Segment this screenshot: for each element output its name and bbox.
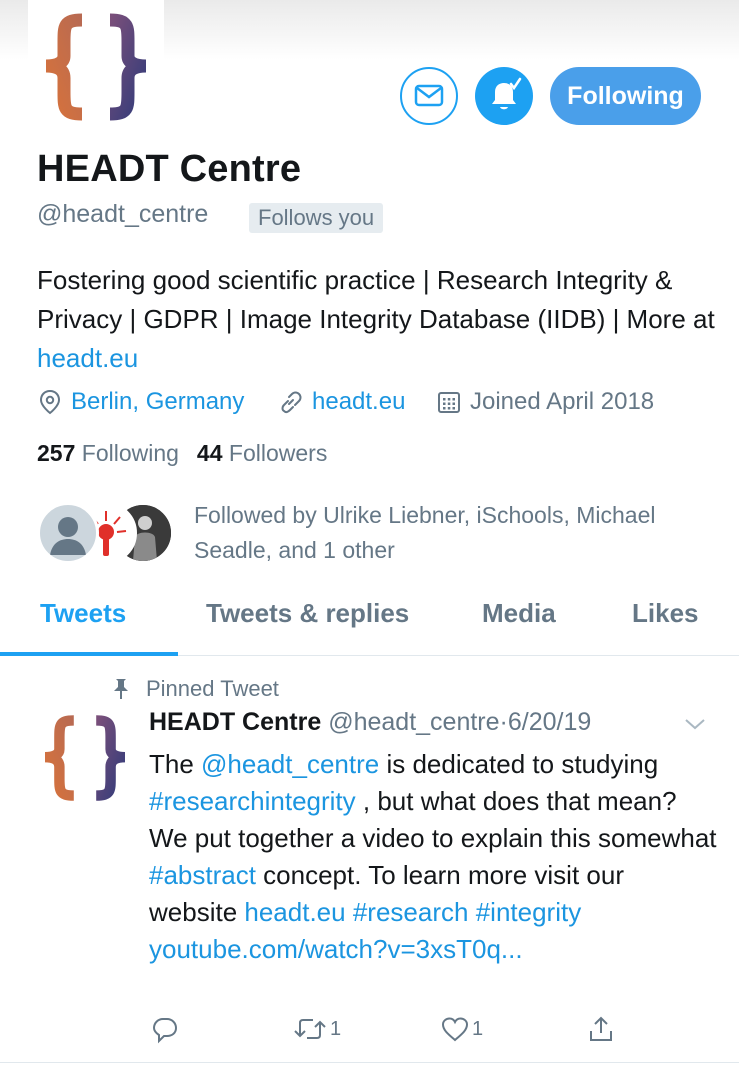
reply-icon bbox=[152, 1018, 178, 1044]
profile-joined: Joined April 2018 bbox=[436, 388, 654, 416]
following-link[interactable]: 257 Following bbox=[37, 440, 179, 466]
headt-logo-icon bbox=[45, 13, 147, 121]
followers-count: 44 bbox=[196, 440, 223, 466]
retweet-count: 1 bbox=[330, 1017, 342, 1040]
bio-link[interactable]: headt.eu bbox=[37, 343, 138, 373]
pin-icon bbox=[114, 679, 128, 699]
like-count: 1 bbox=[472, 1017, 484, 1040]
tweet-header: HEADT Centre @headt_centre·6/20/19 bbox=[149, 708, 591, 737]
follows-you-badge: Follows you bbox=[249, 203, 384, 233]
share-button[interactable] bbox=[586, 1014, 616, 1044]
calendar-icon bbox=[438, 392, 460, 413]
divider bbox=[0, 1062, 739, 1063]
tweet-author-handle[interactable]: @headt_centre bbox=[328, 708, 499, 736]
bell-icon bbox=[492, 77, 522, 110]
location-text[interactable]: Berlin, Germany bbox=[71, 388, 244, 416]
followers-label: Followers bbox=[228, 440, 328, 466]
profile-location: Berlin, Germany bbox=[37, 388, 244, 416]
tweet-text: The @headt_centre is dedicated to studyi… bbox=[149, 746, 719, 968]
pinned-indicator: Pinned Tweet bbox=[110, 676, 279, 702]
joined-text: Joined April 2018 bbox=[470, 388, 655, 415]
active-tab-indicator bbox=[0, 652, 178, 656]
tweet-hashtag[interactable]: #research bbox=[353, 897, 469, 927]
tab-likes[interactable]: Likes bbox=[632, 598, 699, 629]
tweet-url[interactable]: youtube.com/watch?v=3xsT0q... bbox=[149, 934, 523, 964]
profile-website: headt.eu bbox=[278, 388, 405, 416]
share-icon bbox=[590, 1016, 612, 1041]
following-button[interactable]: Following bbox=[550, 67, 701, 125]
tab-media[interactable]: Media bbox=[482, 598, 556, 629]
heart-icon bbox=[441, 1017, 469, 1042]
reply-button[interactable] bbox=[150, 1014, 182, 1044]
tab-tweets[interactable]: Tweets bbox=[40, 598, 126, 629]
tweet-author-avatar[interactable] bbox=[37, 712, 133, 809]
retweet-button[interactable]: 1 bbox=[292, 1014, 341, 1044]
tweet-link[interactable]: headt.eu bbox=[244, 897, 345, 927]
mail-icon bbox=[414, 84, 444, 107]
chevron-down-icon bbox=[685, 719, 705, 730]
profile-handle: @headt_centre bbox=[37, 200, 209, 228]
tweet-menu-button[interactable] bbox=[683, 716, 707, 737]
tweet-text-part: The bbox=[149, 749, 202, 779]
following-count: 257 bbox=[37, 440, 76, 466]
tweet-hashtag[interactable]: #integrity bbox=[476, 897, 582, 927]
tweet-author-name[interactable]: HEADT Centre bbox=[149, 708, 321, 736]
retweet-icon bbox=[294, 1019, 326, 1039]
tweet-hashtag[interactable]: #abstract bbox=[149, 860, 256, 890]
headt-logo-icon bbox=[44, 715, 126, 801]
bio-text: Fostering good scientific practice | Res… bbox=[37, 265, 715, 334]
profile-avatar[interactable] bbox=[28, 0, 164, 125]
pinned-label: Pinned Tweet bbox=[146, 676, 279, 701]
follow-counts: 257 Following 44 Followers bbox=[37, 440, 327, 467]
message-button[interactable] bbox=[400, 67, 458, 125]
tweet-text-part: is dedicated to studying bbox=[379, 749, 659, 779]
profile-name: HEADT Centre bbox=[37, 148, 302, 190]
profile-tabs: Tweets Tweets & replies Media Likes bbox=[0, 590, 739, 656]
website-link[interactable]: headt.eu bbox=[312, 388, 405, 416]
followed-by-text[interactable]: Followed by Ulrike Liebner, iSchools, Mi… bbox=[194, 498, 714, 568]
following-label: Following bbox=[81, 440, 179, 466]
tweet-mention[interactable]: @headt_centre bbox=[201, 749, 379, 779]
followers-link[interactable]: 44 Followers bbox=[197, 440, 327, 466]
link-icon bbox=[281, 391, 302, 414]
tweet-date[interactable]: 6/20/19 bbox=[508, 708, 591, 736]
default-avatar-icon bbox=[50, 517, 86, 555]
tweet-separator: · bbox=[499, 708, 508, 736]
profile-bio: Fostering good scientific practice | Res… bbox=[37, 261, 717, 378]
follower-avatar[interactable] bbox=[37, 502, 99, 564]
notifications-button[interactable] bbox=[475, 67, 533, 125]
tweet-hashtag[interactable]: #researchintegrity bbox=[149, 786, 356, 816]
like-button[interactable]: 1 bbox=[440, 1014, 483, 1044]
tab-tweets-and-replies[interactable]: Tweets & replies bbox=[206, 598, 409, 629]
location-pin-icon bbox=[39, 389, 61, 415]
